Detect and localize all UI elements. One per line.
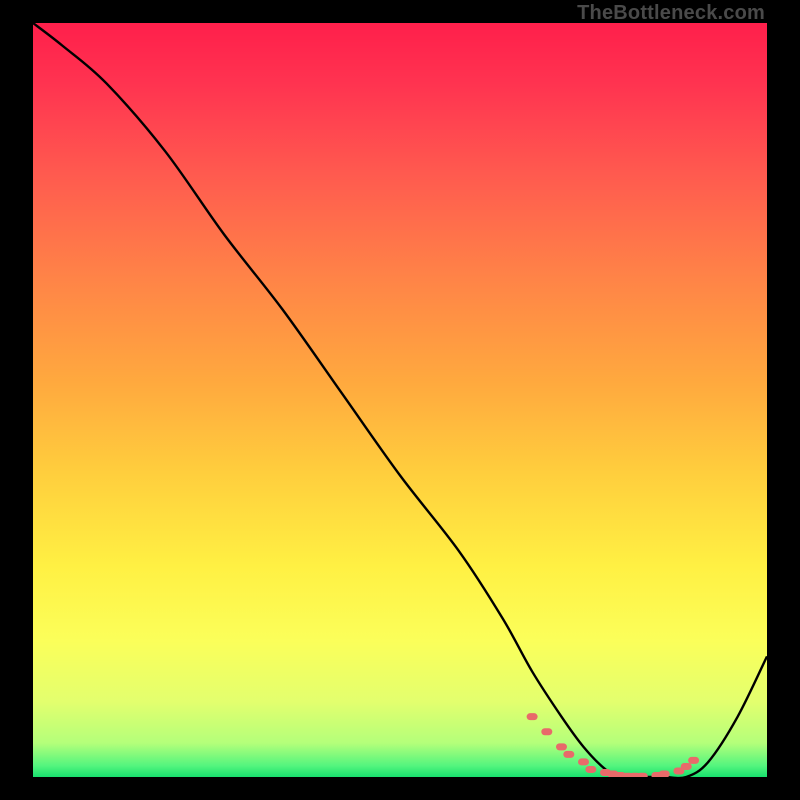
optimal-marker (637, 773, 648, 777)
optimal-marker (659, 770, 670, 777)
chart-plot-area (33, 23, 767, 777)
optimal-marker (563, 751, 574, 758)
chart-outer-frame: TheBottleneck.com (0, 0, 800, 800)
optimal-marker (541, 728, 552, 735)
optimal-marker (527, 713, 538, 720)
optimal-marker (578, 758, 589, 765)
optimal-marker (556, 743, 567, 750)
optimal-marker (688, 757, 699, 764)
chart-background-gradient (33, 23, 767, 777)
optimal-marker (585, 766, 596, 773)
chart-svg (33, 23, 767, 777)
watermark-text: TheBottleneck.com (577, 2, 765, 25)
optimal-marker (681, 763, 692, 770)
